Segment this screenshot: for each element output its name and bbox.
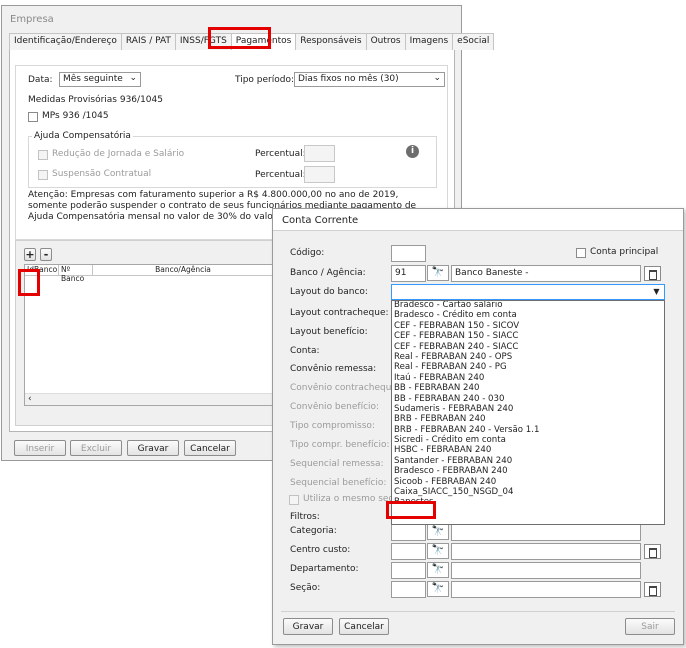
horizontal-scrollbar[interactable]: ‹ bbox=[25, 393, 273, 405]
info-icon: i bbox=[406, 145, 419, 158]
ajuda-label: Ajuda Compensatória bbox=[32, 131, 133, 141]
filter-search-icon-1[interactable]: 🔭 bbox=[427, 543, 449, 559]
layout-banco-label: Layout do banco: bbox=[290, 287, 368, 297]
tab-4[interactable]: Responsáveis bbox=[295, 33, 367, 50]
table-header: IdBanco Nº Banco Banco/Agência bbox=[25, 265, 273, 283]
data-select-value: Mês seguinte bbox=[63, 74, 123, 84]
percentual-label-2: Percentual: bbox=[255, 170, 306, 180]
chevron-down-icon: ⌄ bbox=[433, 73, 441, 83]
layout-banco-dropdown: Bradesco - Cartão salário Bradesco - Créd… bbox=[391, 300, 665, 525]
filter-label-3: Seção: bbox=[290, 583, 321, 593]
reducao-checkbox[interactable] bbox=[38, 150, 48, 160]
banco-open-icon[interactable] bbox=[644, 266, 661, 281]
conta-label-0: Layout contracheque: bbox=[290, 308, 389, 318]
filter-open-icon-3[interactable] bbox=[644, 582, 661, 597]
layout-option-8[interactable]: BB - FEBRABAN 240 bbox=[394, 383, 664, 394]
filter-search-icon-3[interactable]: 🔭 bbox=[427, 581, 449, 597]
filter-code-field-0[interactable] bbox=[391, 524, 426, 541]
percentual-field-1[interactable] bbox=[304, 145, 335, 162]
principal-label: Conta principal bbox=[590, 247, 659, 257]
conta-label-2: Conta: bbox=[290, 346, 320, 356]
conta-title: Conta Corrente bbox=[282, 215, 359, 226]
layout-banco-select[interactable] bbox=[391, 284, 665, 300]
conta-titlebar: Conta Corrente bbox=[273, 209, 683, 231]
window-title: Empresa bbox=[10, 14, 54, 25]
percentual-field-2[interactable] bbox=[304, 166, 335, 183]
filtros-label: Filtros: bbox=[290, 512, 320, 522]
utiliza-checkbox[interactable] bbox=[289, 495, 299, 505]
conta-label-8: Sequencial remessa: bbox=[290, 459, 384, 469]
medidas-label: Medidas Provisórias 936/1045 bbox=[28, 95, 163, 105]
chevron-down-icon[interactable]: ▼ bbox=[649, 285, 664, 299]
sair-button[interactable]: Sair bbox=[625, 618, 675, 635]
filter-name-field-1 bbox=[451, 543, 641, 560]
tipo-periodo-select[interactable]: Dias fixos no mês (30) ⌄ bbox=[294, 72, 445, 87]
filter-label-0: Categoria: bbox=[290, 526, 337, 536]
filter-name-field-2 bbox=[451, 562, 641, 579]
excluir-button[interactable]: Excluir bbox=[70, 440, 122, 456]
tab-0[interactable]: Identificação/Endereço bbox=[9, 33, 122, 50]
header-banco-agencia[interactable]: Banco/Agência bbox=[93, 265, 273, 275]
tab-5[interactable]: Outros bbox=[365, 33, 406, 50]
bank-table: IdBanco Nº Banco Banco/Agência ‹ bbox=[24, 264, 274, 406]
tipo-periodo-label: Tipo período: bbox=[235, 75, 295, 85]
codigo-label: Código: bbox=[290, 248, 325, 258]
gravar-button[interactable]: Gravar bbox=[127, 440, 179, 456]
suspensao-checkbox[interactable] bbox=[38, 170, 48, 180]
conta-label-5: Convênio benefício: bbox=[290, 402, 380, 412]
chevron-down-icon: ⌄ bbox=[129, 73, 137, 83]
ajuda-group bbox=[28, 136, 437, 188]
conta-label-6: Tipo compromisso: bbox=[290, 421, 375, 431]
filter-name-field-3 bbox=[451, 581, 641, 598]
banco-search-icon[interactable]: 🔭 bbox=[427, 265, 449, 281]
tab-1[interactable]: RAIS / PAT bbox=[120, 33, 176, 50]
mps-label: MPs 936 /1045 bbox=[42, 111, 109, 121]
filter-code-field-2[interactable] bbox=[391, 562, 426, 579]
conta-corrente-window: Conta Corrente Código: Conta principal B… bbox=[272, 208, 684, 645]
conta-label-3: Convênio remessa: bbox=[290, 364, 377, 374]
filter-name-field-0 bbox=[451, 524, 641, 541]
banco-number[interactable]: 91 bbox=[391, 265, 426, 282]
codigo-field[interactable] bbox=[391, 245, 426, 262]
remove-button[interactable]: - bbox=[40, 248, 52, 261]
header-nbanco[interactable]: Nº Banco bbox=[59, 265, 93, 283]
conta-label-4: Convênio contracheque: bbox=[290, 383, 401, 393]
mps-checkbox[interactable] bbox=[28, 112, 38, 122]
filter-search-icon-0[interactable]: 🔭 bbox=[427, 524, 449, 540]
filter-code-field-1[interactable] bbox=[391, 543, 426, 560]
data-label: Data: bbox=[28, 75, 53, 85]
filter-open-icon-1[interactable] bbox=[644, 544, 661, 559]
highlight-pagamentos-tab bbox=[208, 27, 271, 49]
tab-7[interactable]: eSocial bbox=[452, 33, 495, 50]
conta-label-1: Layout benefício: bbox=[290, 327, 368, 337]
layout-option-3[interactable]: CEF - FEBRABAN 150 - SIACC bbox=[394, 331, 664, 342]
layout-option-18[interactable]: Caixa_SIACC_150_NSGD_04 bbox=[394, 487, 664, 498]
suspensao-label: Suspensão Contratual bbox=[52, 169, 152, 179]
filter-search-icon-2[interactable]: 🔭 bbox=[427, 562, 449, 578]
conta-gravar-button[interactable]: Gravar bbox=[283, 618, 333, 635]
filter-label-1: Centro custo: bbox=[290, 545, 351, 555]
cancelar-button[interactable]: Cancelar bbox=[184, 440, 236, 456]
scroll-left-icon[interactable]: ‹ bbox=[28, 394, 32, 404]
conta-label-9: Sequencial benefício: bbox=[290, 478, 387, 488]
tipo-periodo-value: Dias fixos no mês (30) bbox=[298, 74, 399, 84]
percentual-label-1: Percentual: bbox=[255, 149, 306, 159]
highlight-banestes bbox=[386, 501, 436, 519]
highlight-add-row bbox=[18, 269, 40, 296]
add-button[interactable]: + bbox=[24, 248, 36, 261]
banco-label: Banco / Agência: bbox=[290, 268, 366, 278]
filter-code-field-3[interactable] bbox=[391, 581, 426, 598]
reducao-label: Redução de Jornada e Salário bbox=[52, 149, 185, 159]
principal-checkbox[interactable] bbox=[576, 248, 586, 258]
tab-6[interactable]: Imagens bbox=[404, 33, 454, 50]
conta-label-7: Tipo compr. benefício: bbox=[290, 440, 390, 450]
banco-name: Banco Baneste - bbox=[451, 265, 641, 282]
inserir-button[interactable]: Inserir bbox=[14, 440, 66, 456]
filter-label-2: Departamento: bbox=[290, 564, 359, 574]
conta-cancelar-button[interactable]: Cancelar bbox=[339, 618, 389, 635]
data-select[interactable]: Mês seguinte ⌄ bbox=[59, 72, 141, 87]
bottom-separator bbox=[281, 611, 675, 612]
